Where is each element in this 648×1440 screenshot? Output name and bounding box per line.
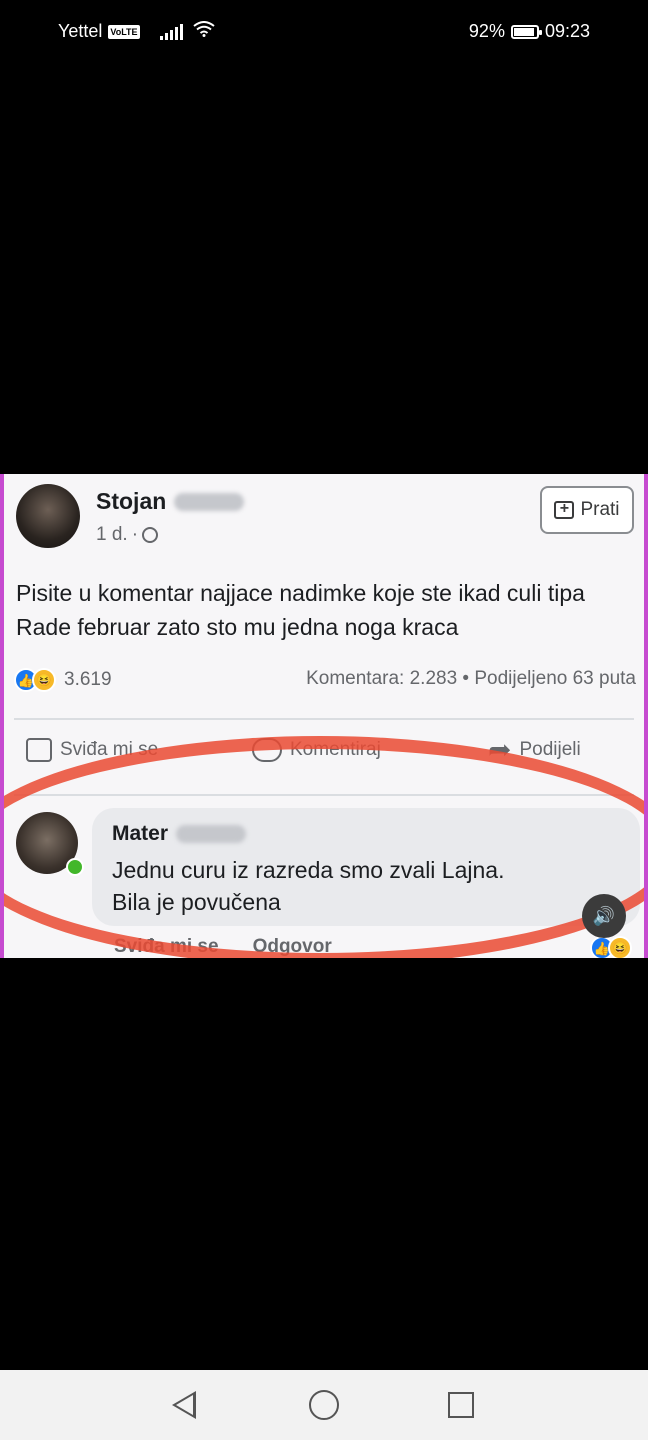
home-icon[interactable] [309,1390,339,1420]
reactions-count: 3.619 [64,669,112,690]
divider [14,718,634,720]
follow-label: Prati [580,499,620,520]
signal-icon [159,23,183,40]
facebook-post-image: Stojan 1 d. · + Prati Pisite u komentar … [0,474,648,958]
like-icon [26,738,52,762]
reactions-summary: 👍 😆 3.619 [14,668,112,692]
post-border [644,474,648,958]
follow-icon: + [554,501,575,519]
comment-reactions: 👍 😆 [590,936,632,958]
follow-button: + Prati [540,486,634,534]
volte-icon: VoLTE [108,24,140,39]
globe-icon [142,527,159,543]
haha-reaction-icon: 😆 [32,668,56,692]
battery-icon [510,24,542,39]
navigation-bar [0,1370,648,1440]
post-author: Stojan [96,488,245,515]
sound-icon[interactable]: 🔊 [582,894,626,938]
highlight-circle [0,736,648,958]
post-meta: 1 d. · [96,524,159,546]
comments-shares: Komentara: 2.283 • Podijeljeno 63 puta [306,668,636,689]
post-border [0,474,4,958]
status-left: Yettel VoLTE [58,21,215,42]
post-time: 1 d. [96,524,128,545]
clock: 09:23 [544,21,590,41]
post-text: Pisite u komentar najjace nadimke koje s… [16,580,585,640]
blurred-surname [174,492,245,511]
author-name: Stojan [96,488,167,514]
recent-apps-icon[interactable] [448,1392,474,1418]
status-right: 92% 09:23 [469,21,590,42]
back-icon[interactable] [172,1391,196,1419]
haha-reaction-icon: 😆 [608,936,632,958]
status-bar: Yettel VoLTE 92% 09:23 [0,0,648,64]
battery-fill [513,27,535,36]
carrier-name: Yettel [58,21,103,41]
battery-percent: 92% [468,21,505,41]
author-avatar [16,484,80,548]
wifi-icon [192,21,215,42]
post-stats: 👍 😆 3.619 Komentara: 2.283 • Podijeljeno… [14,668,636,698]
